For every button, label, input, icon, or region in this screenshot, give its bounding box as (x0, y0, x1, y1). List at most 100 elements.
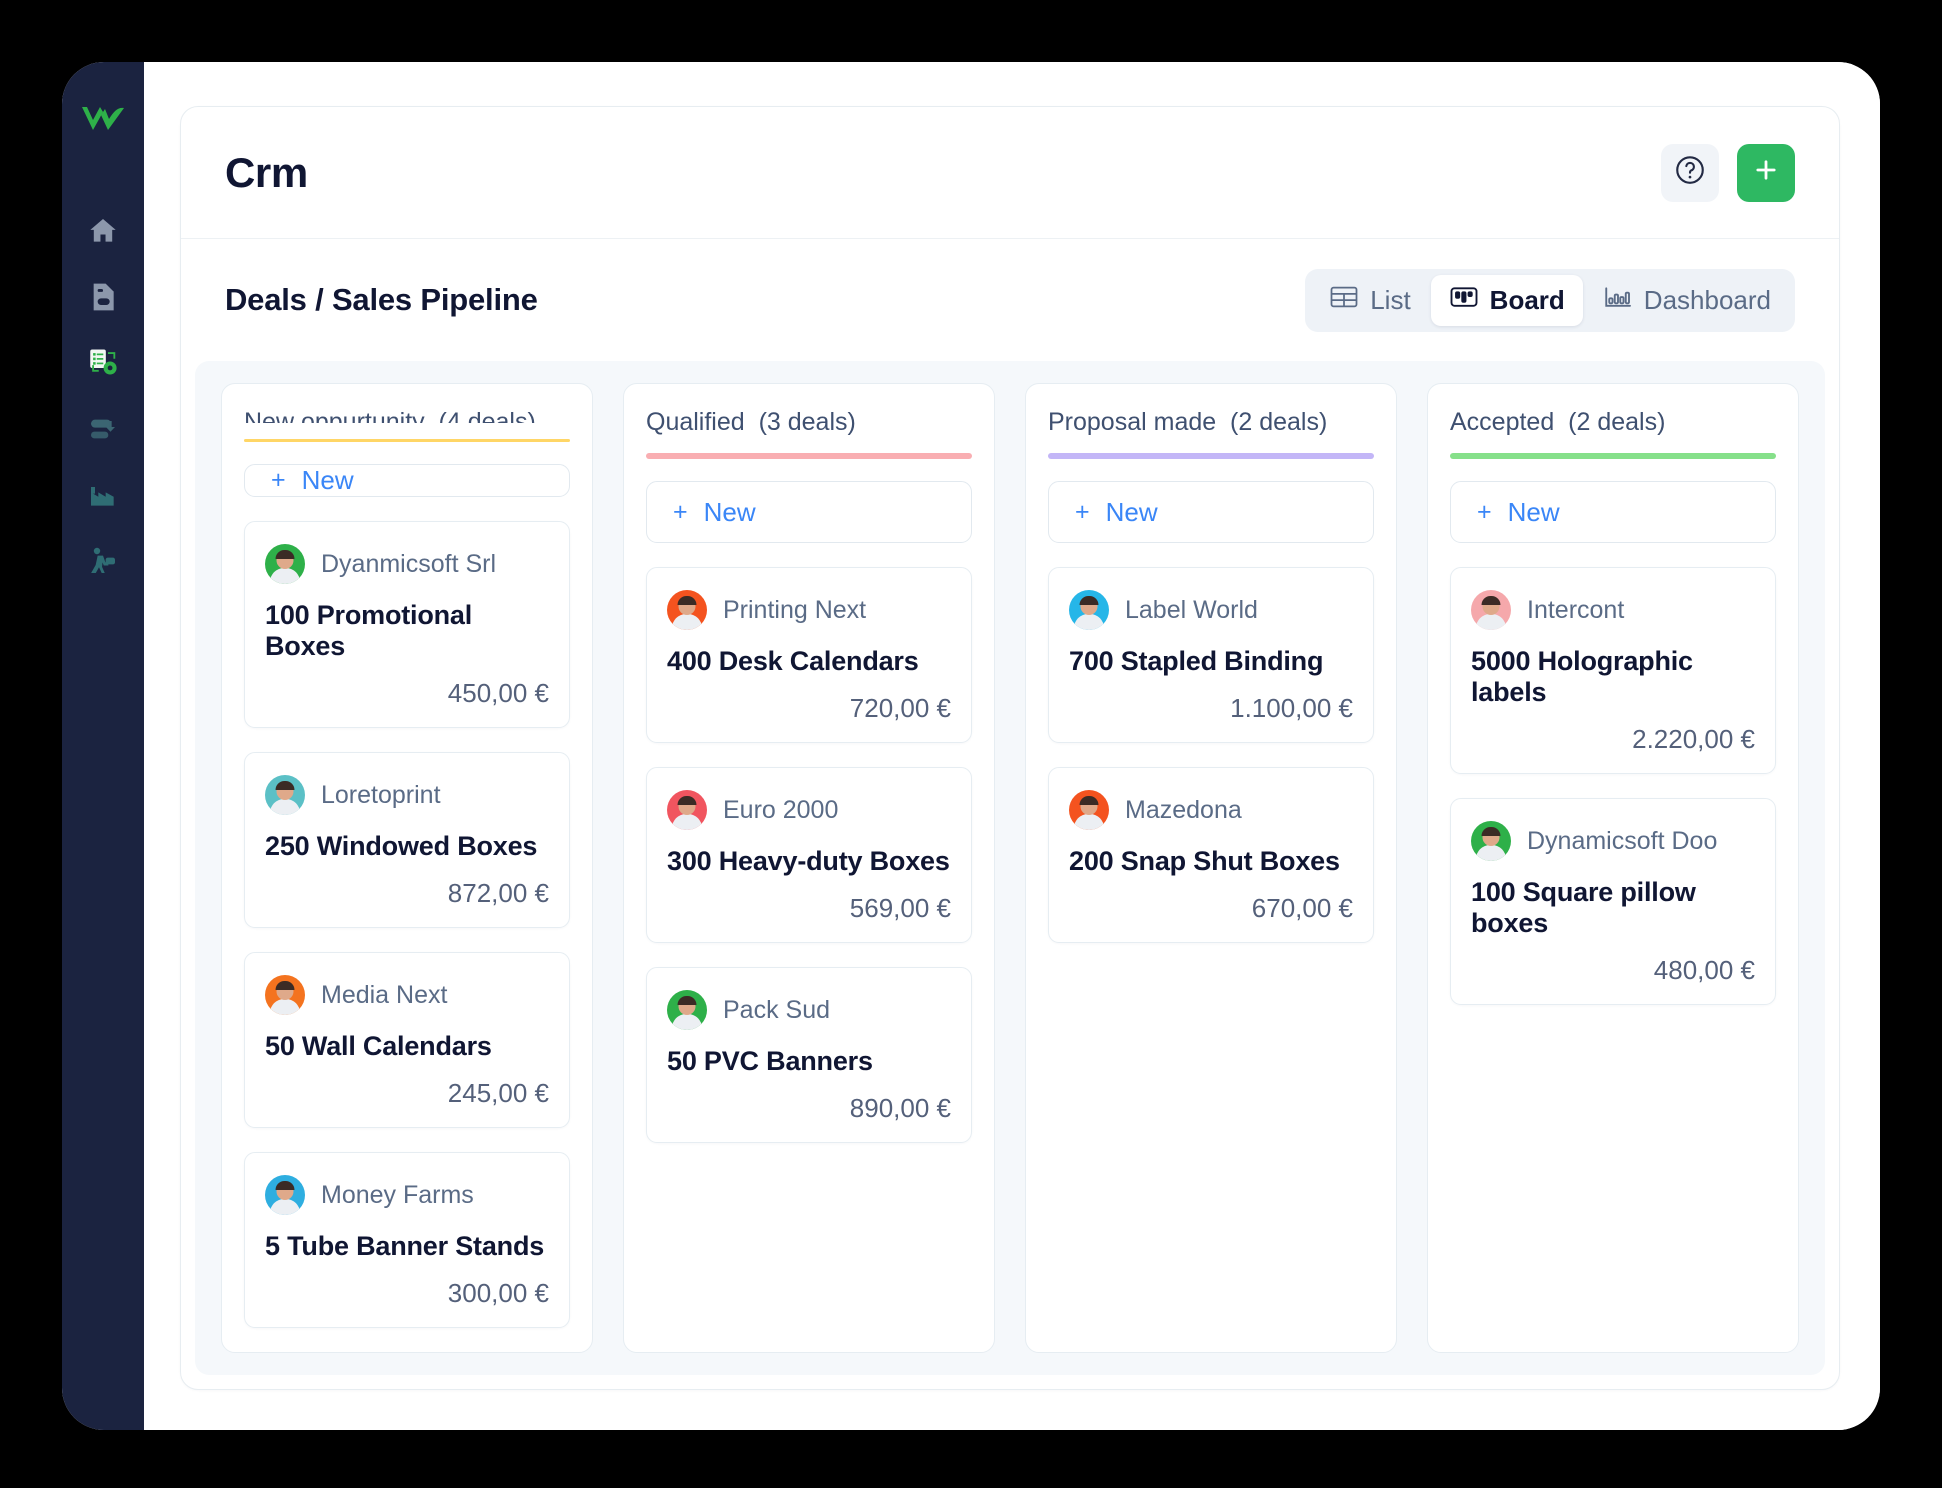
deal-title: 5000 Holographic labels (1471, 646, 1693, 707)
page-title: Crm (225, 148, 308, 196)
deal-company: Dyanmicsoft Srl (321, 549, 497, 578)
sidebar-item-home[interactable] (72, 202, 134, 264)
column-accent-rule (1048, 453, 1374, 459)
deal-title: 250 Windowed Boxes (265, 831, 538, 861)
deal-card[interactable]: Dyanmicsoft Srl 100 Promotional Boxes 450,… (244, 521, 570, 728)
sidebar-item-forms[interactable] (72, 400, 134, 462)
plus-icon: + (271, 466, 286, 494)
deal-amount: 569,00 € (849, 893, 951, 923)
deal-amount: 720,00 € (849, 693, 951, 723)
deal-card[interactable]: Loretoprint 250 Windowed Boxes 872,00 € (244, 752, 570, 928)
form-input-icon (87, 413, 119, 450)
tab-dashboard[interactable]: Dashboard (1585, 275, 1789, 326)
deal-list: Dyanmicsoft Srl 100 Promotional Boxes 450,… (244, 521, 570, 1328)
view-switch: List Board Dashboard (1305, 268, 1795, 332)
deal-card[interactable]: Intercont 5000 Holographic labels 2.220,00… (1450, 567, 1776, 774)
deal-title: 5 Tube Banner Stands (265, 1231, 545, 1261)
deal-list: Printing Next 400 Desk Calendars 720,00 € E… (646, 567, 972, 1143)
board-column: Accepted (2 deals) + New Intercont 5000 Holo… (1427, 383, 1799, 1353)
deal-card[interactable]: Label World 700 Stapled Binding 1.100,00 € (1048, 567, 1374, 743)
new-deal-button[interactable]: + New (1048, 481, 1374, 543)
deal-company: Media Next (321, 980, 448, 1009)
deal-card[interactable]: Printing Next 400 Desk Calendars 720,00 € (646, 567, 972, 743)
app-window: Crm Deals / Sales Pipeline List Board Da… (62, 62, 1880, 1430)
deal-card-header: Dynamicsoft Doo (1471, 821, 1755, 861)
deal-card[interactable]: Dynamicsoft Doo 100 Square pillow boxes 48… (1450, 798, 1776, 1005)
subheader: Deals / Sales Pipeline List Board Dashbo… (181, 239, 1839, 361)
kanban-icon (1449, 284, 1479, 317)
tab-list[interactable]: List (1311, 275, 1428, 326)
deal-amount: 300,00 € (447, 1278, 549, 1308)
tab-board-label: Board (1489, 284, 1565, 315)
deal-company: Dynamicsoft Doo (1527, 826, 1718, 855)
deal-card[interactable]: Euro 2000 300 Heavy-duty Boxes 569,00 € (646, 767, 972, 943)
tab-list-label: List (1370, 284, 1411, 315)
avatar (1471, 821, 1511, 861)
avatar (1471, 590, 1511, 630)
column-deal-count: (2 deals) (1216, 408, 1328, 436)
deal-company: Loretoprint (321, 780, 441, 809)
avatar (265, 1175, 305, 1215)
avatar (1069, 590, 1109, 630)
plus-icon (1752, 156, 1780, 189)
sidebar-item-crm[interactable] (72, 334, 134, 396)
column-title: Proposal made (2 deals) (1048, 408, 1374, 437)
add-button[interactable] (1737, 143, 1795, 202)
bar-chart-icon (1603, 284, 1633, 317)
deal-company: Intercont (1527, 595, 1625, 624)
deal-title: 100 Square pillow boxes (1471, 877, 1696, 938)
section-title: Deals / Sales Pipeline (225, 282, 538, 317)
column-title: Qualified (3 deals) (646, 408, 972, 437)
person-presentation-icon (87, 545, 119, 582)
content-card: Crm Deals / Sales Pipeline List Board Da… (180, 106, 1840, 1390)
deal-company: Pack Sud (723, 995, 831, 1024)
w-logo-icon (72, 88, 134, 150)
new-deal-button[interactable]: + New (244, 464, 570, 497)
screen: Crm Deals / Sales Pipeline List Board Da… (0, 0, 1942, 1488)
deal-card-header: Media Next (265, 975, 549, 1015)
deal-card-header: Pack Sud (667, 990, 951, 1030)
deal-amount: 872,00 € (447, 878, 549, 908)
column-accent-rule (646, 453, 972, 459)
deal-company: Mazedona (1125, 795, 1242, 824)
new-deal-label: New (703, 496, 756, 527)
sidebar-item-documents[interactable] (72, 268, 134, 330)
deal-card[interactable]: Mazedona 200 Snap Shut Boxes 670,00 € (1048, 767, 1374, 943)
deal-card-header: Loretoprint (265, 775, 549, 815)
deal-title: 50 PVC Banners (667, 1046, 873, 1076)
new-deal-button[interactable]: + New (1450, 481, 1776, 543)
deal-amount: 1.100,00 € (1230, 693, 1353, 723)
deal-title: 200 Snap Shut Boxes (1069, 846, 1340, 876)
plus-icon: + (1075, 497, 1090, 526)
deal-list: Label World 700 Stapled Binding 1.100,00 €… (1048, 567, 1374, 943)
deal-card[interactable]: Media Next 50 Wall Calendars 245,00 € (244, 952, 570, 1128)
column-accent-rule (244, 438, 570, 442)
board-column: New oppurtunity (4 deals) + New Dyanmicsoft… (221, 383, 593, 1353)
table-icon (1329, 284, 1359, 317)
deal-card[interactable]: Money Farms 5 Tube Banner Stands 300,00 € (244, 1152, 570, 1328)
deal-title: 50 Wall Calendars (265, 1031, 492, 1061)
deal-card-header: Mazedona (1069, 790, 1353, 830)
column-title-text: Proposal made (1048, 408, 1217, 436)
deal-card[interactable]: Pack Sud 50 PVC Banners 890,00 € (646, 967, 972, 1143)
deal-card-header: Dyanmicsoft Srl (265, 544, 549, 584)
new-deal-label: New (1507, 496, 1560, 527)
deal-card-header: Intercont (1471, 590, 1755, 630)
help-button[interactable] (1661, 143, 1719, 202)
kanban-board: New oppurtunity (4 deals) + New Dyanmicsoft… (195, 361, 1825, 1375)
column-accent-rule (1450, 453, 1776, 459)
deal-list: Intercont 5000 Holographic labels 2.220,00… (1450, 567, 1776, 1005)
factory-chart-icon (87, 479, 119, 516)
tab-board[interactable]: Board (1430, 274, 1583, 326)
deal-card-header: Printing Next (667, 590, 951, 630)
sidebar-item-people[interactable] (72, 532, 134, 594)
main-area: Crm Deals / Sales Pipeline List Board Da… (144, 62, 1880, 1430)
deal-card-header: Euro 2000 (667, 790, 951, 830)
new-deal-label: New (301, 465, 354, 495)
deal-company: Label World (1125, 595, 1258, 624)
sidebar-item-production[interactable] (72, 466, 134, 528)
avatar (265, 975, 305, 1015)
board-column: Proposal made (2 deals) + New Label World 70… (1025, 383, 1397, 1353)
new-deal-button[interactable]: + New (646, 481, 972, 543)
tab-dashboard-label: Dashboard (1643, 284, 1771, 315)
